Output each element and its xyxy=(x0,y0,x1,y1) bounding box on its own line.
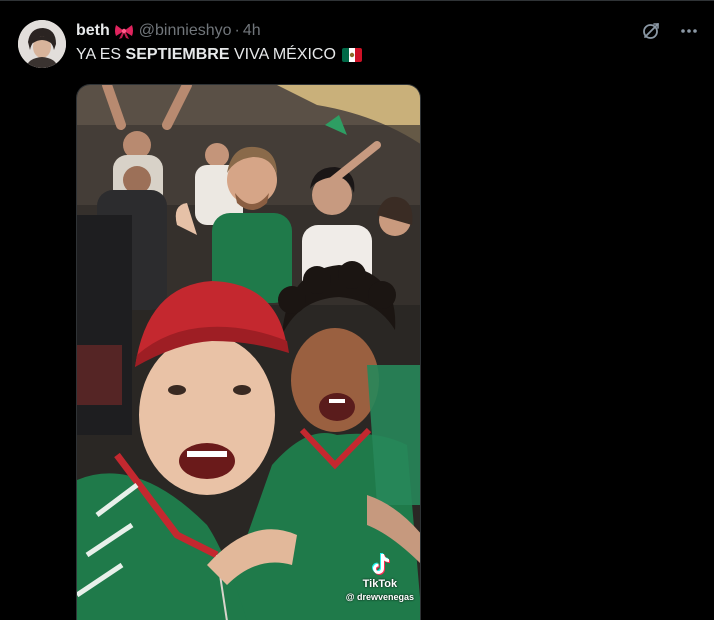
avatar-image xyxy=(18,20,66,68)
tweet-text-start: YA ES xyxy=(76,46,126,63)
tiktok-username: @ drewvenegas xyxy=(345,592,414,602)
author-handle[interactable]: @binnieshyo xyxy=(139,22,232,40)
mexico-flag-icon xyxy=(341,48,362,62)
author-name[interactable]: beth xyxy=(76,22,110,40)
tweet-card[interactable]: beth @binnieshyo · 4h YA ES SEPTIEMBRE V… xyxy=(0,0,714,620)
tiktok-logo-icon xyxy=(371,553,390,575)
tiktok-watermark: TikTok @ drewvenegas xyxy=(346,552,414,602)
separator: · xyxy=(234,22,240,39)
tweet-actions xyxy=(640,20,700,42)
tweet-video[interactable]: TikTok @ drewvenegas xyxy=(76,84,421,620)
tweet-header: beth @binnieshyo · 4h xyxy=(76,20,261,42)
video-frame xyxy=(77,85,420,620)
bow-icon xyxy=(114,23,134,39)
tweet-text-bold: SEPTIEMBRE xyxy=(125,46,230,63)
tiktok-label: TikTok xyxy=(362,578,398,590)
timestamp[interactable]: 4h xyxy=(243,22,261,40)
grok-icon[interactable] xyxy=(640,20,662,42)
avatar[interactable] xyxy=(18,20,66,68)
tweet-text: YA ES SEPTIEMBRE VIVA MÉXICO xyxy=(76,46,362,64)
tweet-text-end: VIVA MÉXICO xyxy=(229,46,336,63)
divider xyxy=(0,0,714,1)
more-icon[interactable] xyxy=(678,20,700,42)
